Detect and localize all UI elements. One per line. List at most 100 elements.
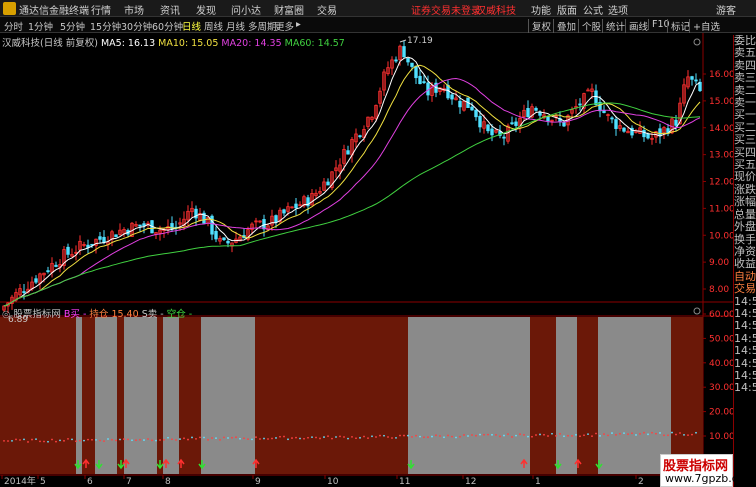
signal-dot (283, 435, 285, 438)
candle-body (142, 223, 146, 227)
signal-dot (23, 438, 25, 441)
signal-dot (603, 433, 605, 435)
signal-dot (275, 437, 277, 439)
signal-dot (207, 438, 209, 441)
candle-body (510, 122, 514, 125)
indicator-tick-label: 20.00 (709, 408, 733, 418)
candle-body (534, 107, 538, 111)
candle-body (694, 79, 698, 82)
signal-dot (375, 436, 377, 438)
signal-dot (119, 438, 121, 441)
signal-dot (247, 438, 249, 440)
signal-dot (35, 438, 37, 441)
signal-dot (171, 438, 173, 441)
high-label: 17.19 (407, 36, 433, 46)
price-tick-label: 10.00 (709, 231, 733, 241)
quote-panel-item[interactable]: 交易 (734, 282, 756, 295)
candle-body (418, 75, 422, 85)
signal-dot (667, 434, 669, 437)
quote-panel-item: 现价 (734, 170, 756, 184)
candle-body (214, 230, 218, 240)
signal-dot (135, 439, 137, 442)
signal-dot (327, 435, 329, 438)
signal-dot (623, 432, 625, 435)
hold-period-band (598, 317, 671, 474)
signal-dot (83, 439, 85, 442)
signal-dot (43, 440, 45, 443)
signal-dot (323, 436, 325, 438)
signal-dot (523, 434, 525, 436)
candle-body (622, 127, 626, 132)
candle-body (222, 237, 226, 241)
date-tick-label: 10 (327, 477, 339, 487)
signal-dot (211, 437, 213, 439)
signal-dot (391, 437, 393, 439)
hold-label: 持仓 (89, 309, 109, 320)
signal-dot (439, 435, 441, 437)
signal-dot (387, 436, 389, 438)
signal-dot (7, 440, 9, 442)
candle-body (646, 133, 650, 139)
quote-panel-item: 卖五 (734, 46, 756, 60)
signal-dot (419, 435, 421, 438)
date-tick-label: 8 (165, 477, 171, 487)
signal-dot (415, 434, 417, 437)
signal-dot (447, 434, 449, 437)
signal-dot (71, 438, 73, 441)
signal-dot (539, 433, 541, 436)
candle-body (54, 264, 58, 267)
candle-body (422, 81, 426, 84)
signal-dot (567, 434, 569, 437)
signal-dot (527, 435, 529, 438)
indicator-name[interactable]: 股票指标网 (13, 309, 61, 320)
candle-body (410, 62, 414, 67)
signal-dot (75, 440, 77, 443)
signal-dot (531, 435, 533, 438)
signal-dot (27, 441, 29, 443)
price-tick-label: 15.00 (709, 97, 733, 107)
candle-body (262, 219, 266, 230)
candle-body (282, 209, 286, 214)
ma60-value: MA60: 14.57 (284, 38, 345, 49)
hold-period-band (95, 317, 117, 474)
signal-dot (659, 432, 661, 434)
signal-dot (563, 435, 565, 438)
signal-dot (503, 434, 505, 437)
ma10-value: MA10: 15.05 (158, 38, 219, 49)
signal-dot (575, 433, 577, 436)
signal-dot (483, 433, 485, 436)
indicator-tick-label: 50.00 (709, 334, 733, 344)
signal-dot (559, 432, 561, 435)
candle-body (602, 110, 606, 113)
signal-dot (339, 435, 341, 438)
quote-panel-item: 卖三 (734, 71, 756, 85)
hold-period-band (76, 317, 82, 474)
sell-label: S卖 (141, 309, 158, 320)
signal-dot (499, 435, 501, 438)
signal-dot (235, 436, 237, 439)
signal-dot (583, 434, 585, 437)
signal-dot (431, 435, 433, 438)
date-tick-label: 5 (40, 477, 46, 487)
signal-dot (307, 436, 309, 439)
signal-dot (223, 436, 225, 439)
candle-body (406, 57, 410, 63)
signal-dot (251, 438, 253, 441)
candle-body (46, 270, 50, 273)
signal-dot (187, 438, 189, 441)
signal-dot (79, 439, 81, 442)
quote-panel: 委比 卖五 卖四 卖三 卖二 卖一 买一 买二 买三 买四 买五 现价 涨跌 涨幅 总量 外盘 换手 净资 收益 自动… (733, 35, 756, 487)
kline-chart-area[interactable]: 17.196.89 16.0015.0014.0013.0012.0011.00… (0, 0, 733, 487)
watermark-url: www.7gpzb.com (665, 472, 756, 485)
signal-dot (579, 435, 581, 438)
hold-period-band (201, 317, 255, 474)
signal-dot (319, 437, 321, 440)
candle-body (690, 76, 694, 80)
candle-body (486, 124, 490, 132)
candle-body (594, 90, 598, 106)
signal-dot (315, 436, 317, 439)
signal-dot (675, 433, 677, 436)
signal-dot (19, 439, 21, 441)
signal-dot (243, 437, 245, 440)
signal-dot (571, 435, 573, 437)
